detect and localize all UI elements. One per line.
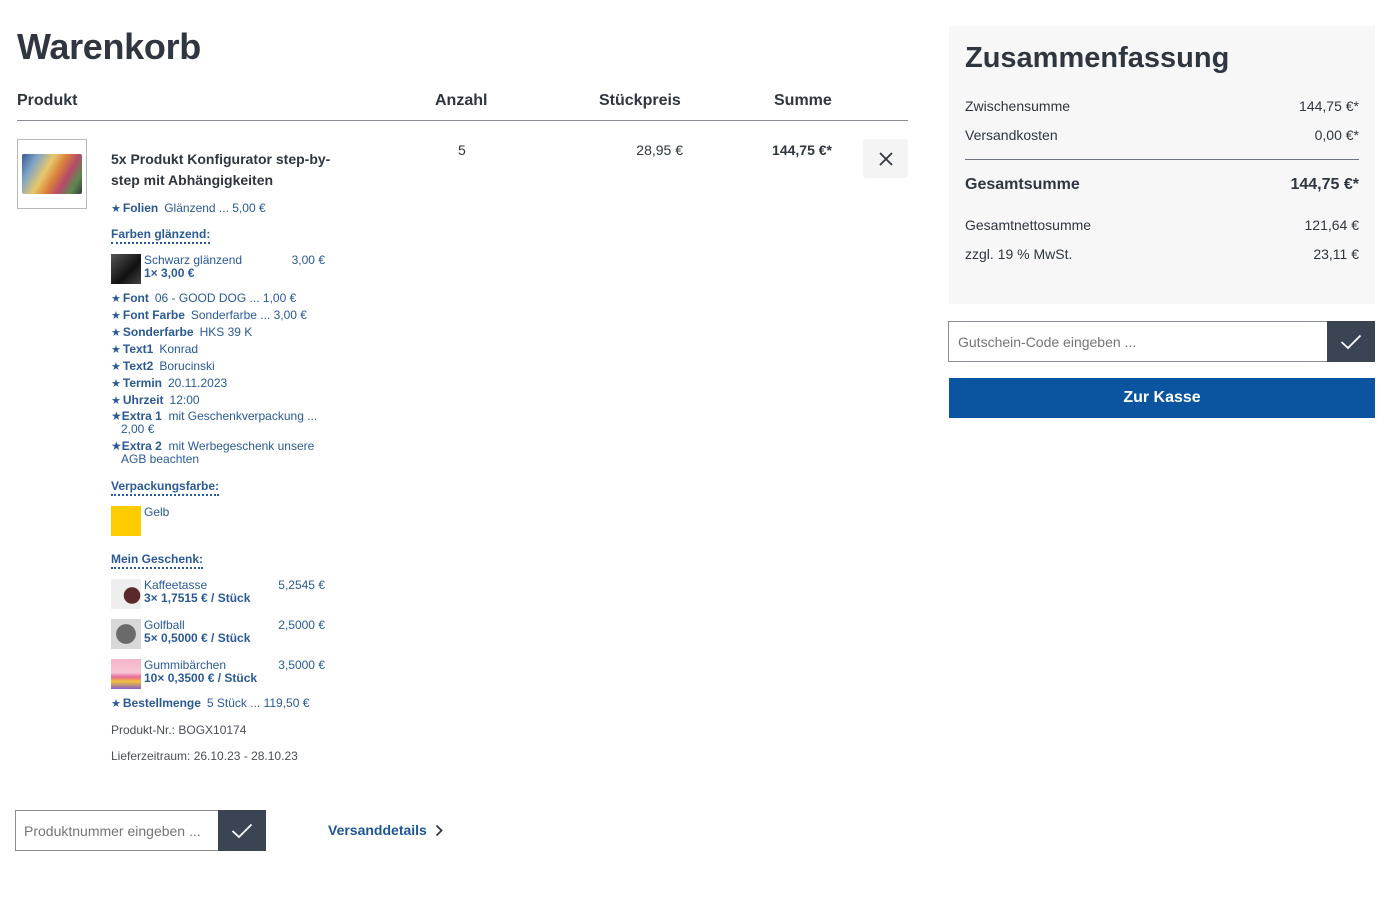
option-text1: ★ Text1 Konrad xyxy=(111,342,199,356)
group-title-geschenk: Mein Geschenk: xyxy=(111,552,204,569)
summary-divider xyxy=(965,159,1359,160)
option-extra2: ★Extra 2 mit Werbegeschenk unsere AGB be… xyxy=(111,439,315,466)
color-swatch xyxy=(111,506,141,536)
order-summary: Zusammenfassung Zwischensumme 144,75 €* … xyxy=(949,26,1375,304)
grand-total-row: Gesamtsumme 144,75 €* xyxy=(965,176,1359,194)
delivery-period: Lieferzeitraum: 26.10.23 - 28.10.23 xyxy=(111,749,298,763)
option-farbe-item: Schwarz glänzend 3,00 € 1× 3,00 € xyxy=(111,254,331,286)
summary-title: Zusammenfassung xyxy=(965,42,1230,74)
shipping-details-link[interactable]: Versanddetails xyxy=(328,822,443,838)
group-title-verpackung: Verpackungsfarbe: xyxy=(111,479,220,496)
page-title: Warenkorb xyxy=(17,26,201,67)
star-icon: ★ xyxy=(111,439,122,453)
option-verpackung-item: Gelb xyxy=(111,506,331,538)
checkmark-icon xyxy=(1340,334,1362,349)
product-thumbnail[interactable] xyxy=(17,139,87,209)
product-image[interactable] xyxy=(22,154,82,194)
star-icon: ★ xyxy=(111,293,121,305)
gift-item: Golfball 2,5000 € 5× 0,5000 € / Stück xyxy=(111,619,331,651)
star-icon: ★ xyxy=(111,327,121,339)
checkmark-icon xyxy=(231,823,253,838)
product-title[interactable]: 5x Produkt Konfigurator step-by-step mit… xyxy=(111,149,331,191)
color-swatch xyxy=(111,254,141,284)
option-text2: ★ Text2 Borucinski xyxy=(111,359,215,373)
item-unit-price: 28,95 € xyxy=(636,142,683,158)
close-icon xyxy=(878,151,893,166)
star-icon: ★ xyxy=(111,698,121,710)
tax-row: zzgl. 19 % MwSt. 23,11 € xyxy=(965,246,1359,262)
star-icon: ★ xyxy=(111,310,121,322)
tax-value: 23,11 € xyxy=(1313,246,1359,262)
gift-image-golfball xyxy=(111,619,141,649)
star-icon: ★ xyxy=(111,203,121,215)
star-icon: ★ xyxy=(111,395,121,407)
item-total: 144,75 €* xyxy=(772,142,832,158)
apply-voucher-button[interactable] xyxy=(1327,321,1375,362)
group-title-farben: Farben glänzend: xyxy=(111,227,211,244)
subtotal-row: Zwischensumme 144,75 €* xyxy=(965,98,1359,114)
net-total-row: Gesamtnettosumme 121,64 € xyxy=(965,217,1359,233)
gift-item: Gummibärchen 3,5000 € 10× 0,3500 € / Stü… xyxy=(111,659,331,691)
shipping-row: Versandkosten 0,00 €* xyxy=(965,127,1359,143)
voucher-input[interactable] xyxy=(948,321,1328,362)
shipping-details-label: Versanddetails xyxy=(328,822,427,838)
gift-image-gummibears xyxy=(111,659,141,689)
header-product: Produkt xyxy=(17,92,78,109)
option-sonderfarbe: ★ Sonderfarbe HKS 39 K xyxy=(111,325,253,339)
grand-total-value: 144,75 €* xyxy=(1290,176,1359,193)
star-icon: ★ xyxy=(111,344,121,356)
option-termin: ★ Termin 20.11.2023 xyxy=(111,376,228,390)
option-folien: ★ Folien Glänzend ... 5,00 € xyxy=(111,201,266,215)
product-number: Produkt-Nr.: BOGX10174 xyxy=(111,723,247,737)
subtotal-value: 144,75 €* xyxy=(1299,98,1359,114)
star-icon: ★ xyxy=(111,378,121,390)
grand-total-label: Gesamtsumme xyxy=(965,176,1080,193)
gift-item: Kaffeetasse 5,2545 € 3× 1,7515 € / Stück xyxy=(111,579,331,611)
checkout-button[interactable]: Zur Kasse xyxy=(949,378,1375,418)
chevron-right-icon xyxy=(435,824,443,836)
net-total-label: Gesamtnettosumme xyxy=(965,217,1092,233)
product-number-input[interactable] xyxy=(15,810,219,851)
subtotal-label: Zwischensumme xyxy=(965,98,1071,114)
option-extra1: ★Extra 1 mit Geschenkverpackung ... 2,00… xyxy=(111,409,318,436)
header-unit-price: Stückpreis xyxy=(599,92,681,109)
star-icon: ★ xyxy=(111,409,122,423)
cart-table-header: Produkt Anzahl Stückpreis Summe xyxy=(17,90,908,121)
option-bestellmenge: ★ Bestellmenge 5 Stück ... 119,50 € xyxy=(111,696,310,710)
shipping-label: Versandkosten xyxy=(965,127,1058,143)
add-product-button[interactable] xyxy=(218,810,266,851)
header-total: Summe xyxy=(774,92,832,109)
item-quantity: 5 xyxy=(458,142,466,158)
star-icon: ★ xyxy=(111,361,121,373)
option-uhrzeit: ★ Uhrzeit 12:00 xyxy=(111,393,200,407)
option-font: ★ Font 06 - GOOD DOG ... 1,00 € xyxy=(111,291,297,305)
gift-image-mug xyxy=(111,579,141,609)
net-total-value: 121,64 € xyxy=(1304,217,1360,233)
option-font-farbe: ★ Font Farbe Sonderfarbe ... 3,00 € xyxy=(111,308,307,322)
remove-item-button[interactable] xyxy=(863,139,908,178)
tax-label: zzgl. 19 % MwSt. xyxy=(965,246,1073,262)
shipping-value: 0,00 €* xyxy=(1314,127,1359,143)
header-quantity: Anzahl xyxy=(435,92,488,109)
